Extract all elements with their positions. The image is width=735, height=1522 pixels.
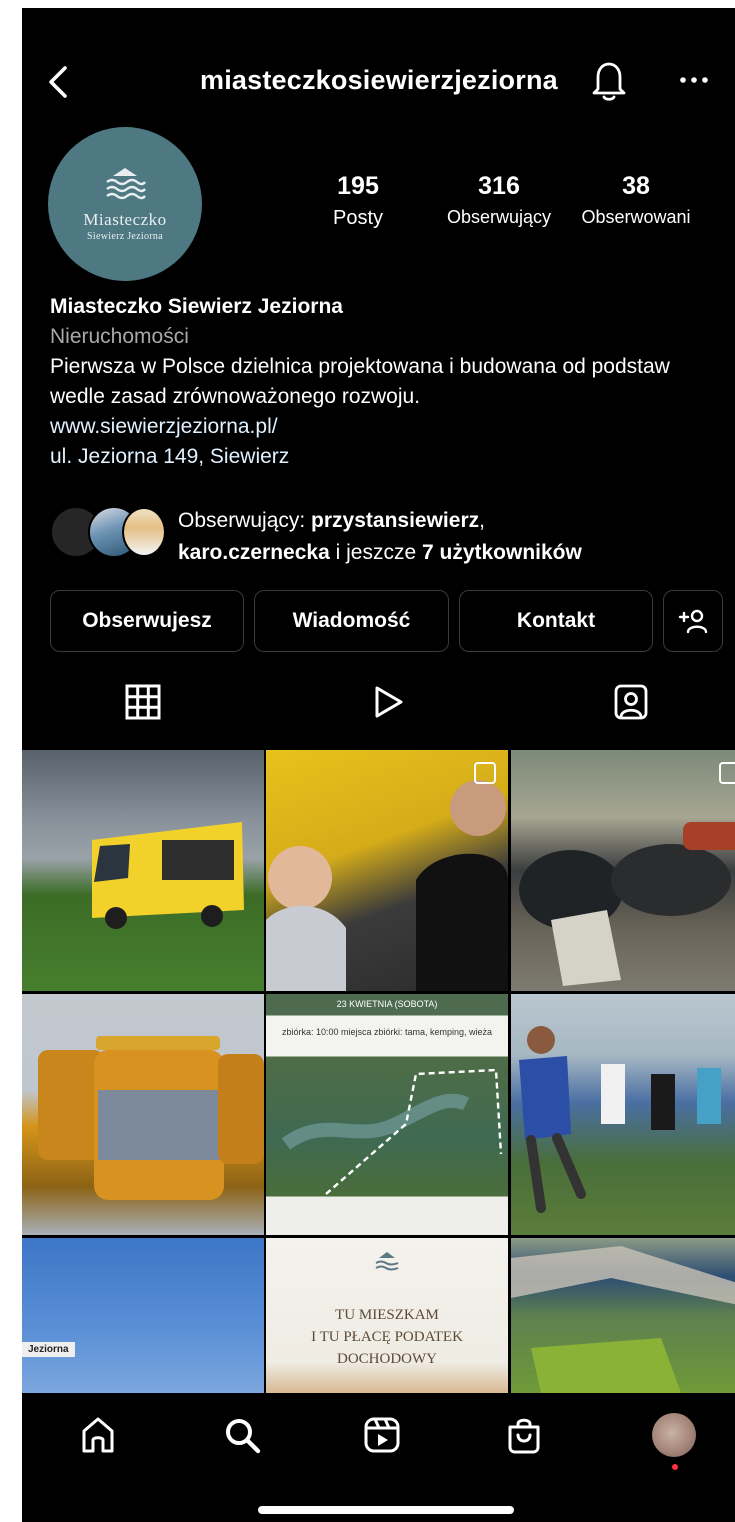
logo-mini-icon [375,1252,399,1271]
message-button[interactable]: Wiadomość [254,590,449,652]
shop-icon[interactable] [504,1415,544,1455]
following-count-label: Obserwowani [581,207,691,227]
selfie-image [266,780,508,991]
post-thumbnail[interactable]: 23 KWIETNIA (SOBOTA) zbiórka: 10:00 miej… [266,994,508,1235]
post-thumbnail[interactable] [511,750,735,991]
following-count[interactable]: 38 Obserwowani [566,172,706,228]
following-button[interactable]: Obserwujesz [50,590,244,652]
grid-tab-icon[interactable] [122,680,164,724]
bottom-navigation [22,1393,735,1522]
runners-image [519,1026,721,1213]
profile-username: miasteczkosiewierzjeziorna [200,65,558,95]
profile-avatar[interactable]: Miasteczko Siewierz Jeziorna [48,127,202,281]
profile-description: Pierwsza w Polsce dzielnica projektowana… [50,355,670,408]
profile-display-name: Miasteczko Siewierz Jeziorna [50,295,343,318]
multiple-photos-icon [719,762,735,784]
notification-dot [672,1464,678,1470]
road-sign: Jeziorna [22,1342,75,1357]
followers-count-value: 316 [478,172,520,200]
posts-count[interactable]: 195 Posty [308,172,408,230]
post-thumbnail[interactable] [22,994,264,1235]
followers-count[interactable]: 316 Obserwujący [424,172,574,228]
post-caption-image-text: TU MIESZKAM I TU PŁACĘ PODATEK DOCHODOWY [266,1304,508,1370]
post-thumbnail[interactable] [266,750,508,991]
followed-by-user2: karo.czernecka [178,541,330,564]
caption-line2: I TU PŁACĘ PODATEK DOCHODOWY [311,1329,463,1367]
multiple-photos-icon [474,762,496,784]
suggested-users-button[interactable] [663,590,723,652]
followed-by-text[interactable]: Obserwujący: przystansiewierz, karo.czern… [178,505,718,569]
bell-icon[interactable] [590,58,628,102]
post-thumbnail[interactable] [511,994,735,1235]
home-indicator[interactable] [258,1506,514,1514]
logo-text-line2: Siewierz Jeziorna [87,231,163,242]
logo-text-line1: Miasteczko [83,210,167,229]
post-thumbnail[interactable]: Jeziorna [22,1238,264,1393]
add-person-icon [678,609,708,634]
logo-waves-icon [106,168,146,200]
followed-by-more: 7 użytkowników [421,541,582,564]
trash-bags-image [519,822,735,986]
honey-jars-image [38,1036,264,1200]
aerial-render-image [511,1246,735,1393]
followed-by-middle: i jeszcze [329,541,422,564]
back-arrow-icon[interactable] [40,62,80,102]
event-map-image [281,1068,503,1195]
post-thumbnail[interactable] [511,1238,735,1393]
profile-address[interactable]: ul. Jeziorna 149, Siewierz [50,442,730,472]
profile-screen: miasteczkosiewierzjeziorna Miasteczko Si… [22,8,735,1522]
posts-count-value: 195 [337,172,379,200]
caption-line1: TU MIESZKAM [335,1307,439,1323]
follower-avatar[interactable] [122,507,166,557]
search-icon[interactable] [222,1415,262,1455]
following-count-value: 38 [622,172,650,200]
posts-count-label: Posty [332,207,384,229]
contact-button[interactable]: Kontakt [459,590,653,652]
profile-avatar-tab[interactable] [652,1413,696,1457]
home-icon[interactable] [78,1415,118,1455]
post-thumbnail[interactable] [22,750,264,991]
followers-count-label: Obserwujący [446,207,552,227]
top-bar: miasteczkosiewierzjeziorna [22,52,735,112]
profile-category: Nieruchomości [50,325,189,348]
reels-icon[interactable] [362,1415,402,1455]
tagged-tab-icon[interactable] [610,680,652,724]
more-options-icon[interactable] [676,62,712,98]
reels-tab-icon[interactable] [367,680,409,724]
post-thumbnail[interactable]: TU MIESZKAM I TU PŁACĘ PODATEK DOCHODOWY [266,1238,508,1393]
food-truck-image [92,822,244,929]
profile-bio: Miasteczko Siewierz Jeziorna Nieruchomoś… [50,292,730,472]
followed-by-sep: , [479,509,485,532]
followed-by-prefix: Obserwujący: [178,509,312,532]
profile-website-link[interactable]: www.siewierzjeziorna.pl/ [50,412,730,442]
followed-by-user1: przystansiewierz [311,509,480,532]
